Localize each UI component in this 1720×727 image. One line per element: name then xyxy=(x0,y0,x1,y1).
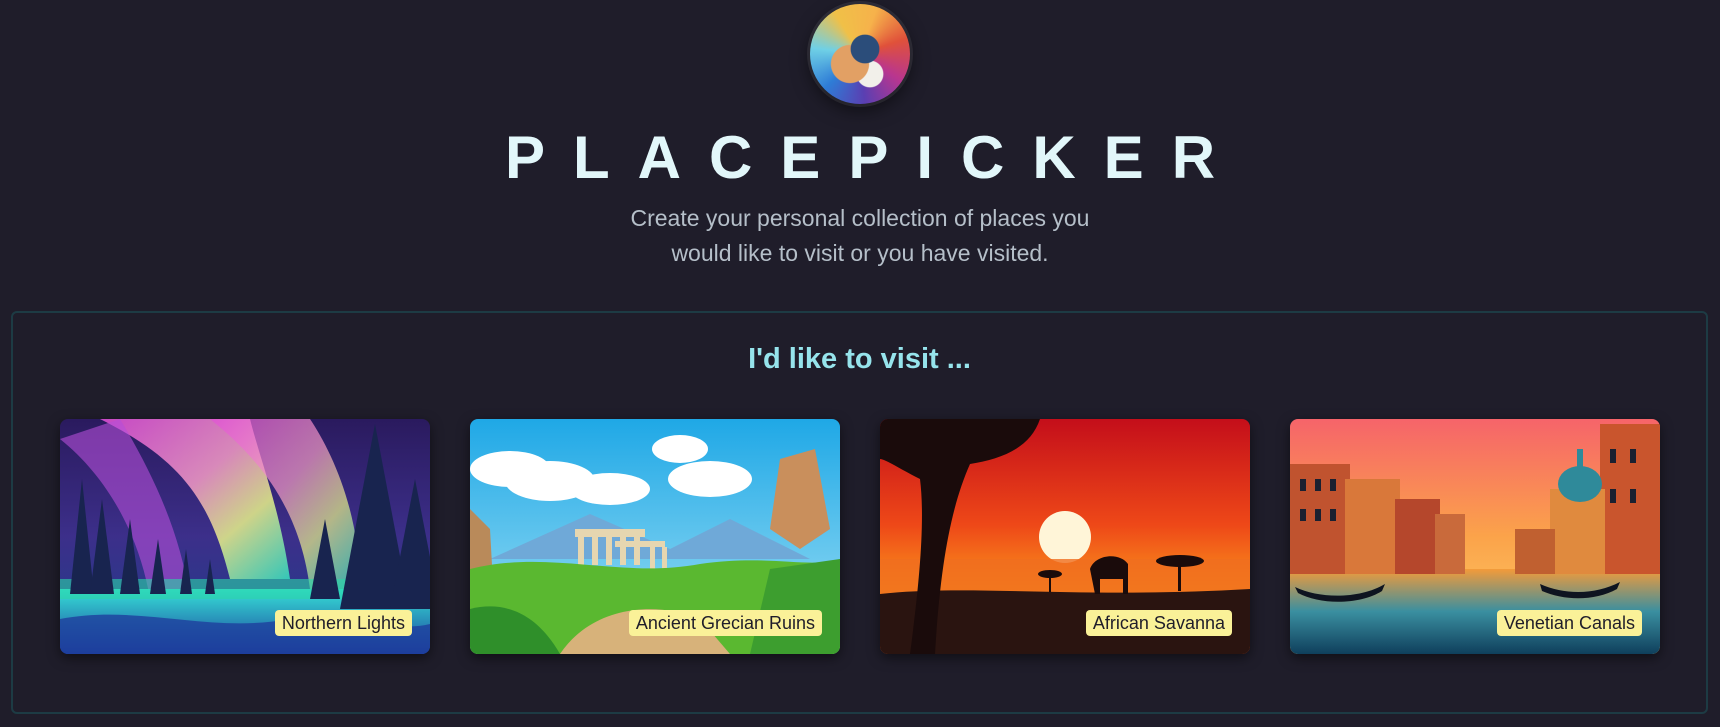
globe-logo-icon xyxy=(810,4,910,104)
place-card-african-savanna[interactable]: African Savanna xyxy=(880,419,1250,654)
place-card-label: Northern Lights xyxy=(274,610,412,636)
place-card-label: Ancient Grecian Ruins xyxy=(628,610,822,636)
app-subtitle: Create your personal collection of place… xyxy=(560,201,1160,271)
app-title: PLACEPICKER xyxy=(504,124,1244,191)
subtitle-line-1: Create your personal collection of place… xyxy=(630,205,1090,231)
place-card-northern-lights[interactable]: Northern Lights xyxy=(60,419,430,654)
subtitle-line-2: would like to visit or you have visited. xyxy=(671,240,1049,266)
place-card-label: Venetian Canals xyxy=(1496,610,1642,636)
place-card-ancient-grecian-ruins[interactable]: Ancient Grecian Ruins xyxy=(470,419,840,654)
place-card-label: African Savanna xyxy=(1085,610,1232,636)
place-card-venetian-canals[interactable]: Venetian Canals xyxy=(1290,419,1660,654)
places-to-visit-section: I'd like to visit ... Northern Lights An… xyxy=(11,311,1708,714)
section-title: I'd like to visit ... xyxy=(748,343,971,375)
